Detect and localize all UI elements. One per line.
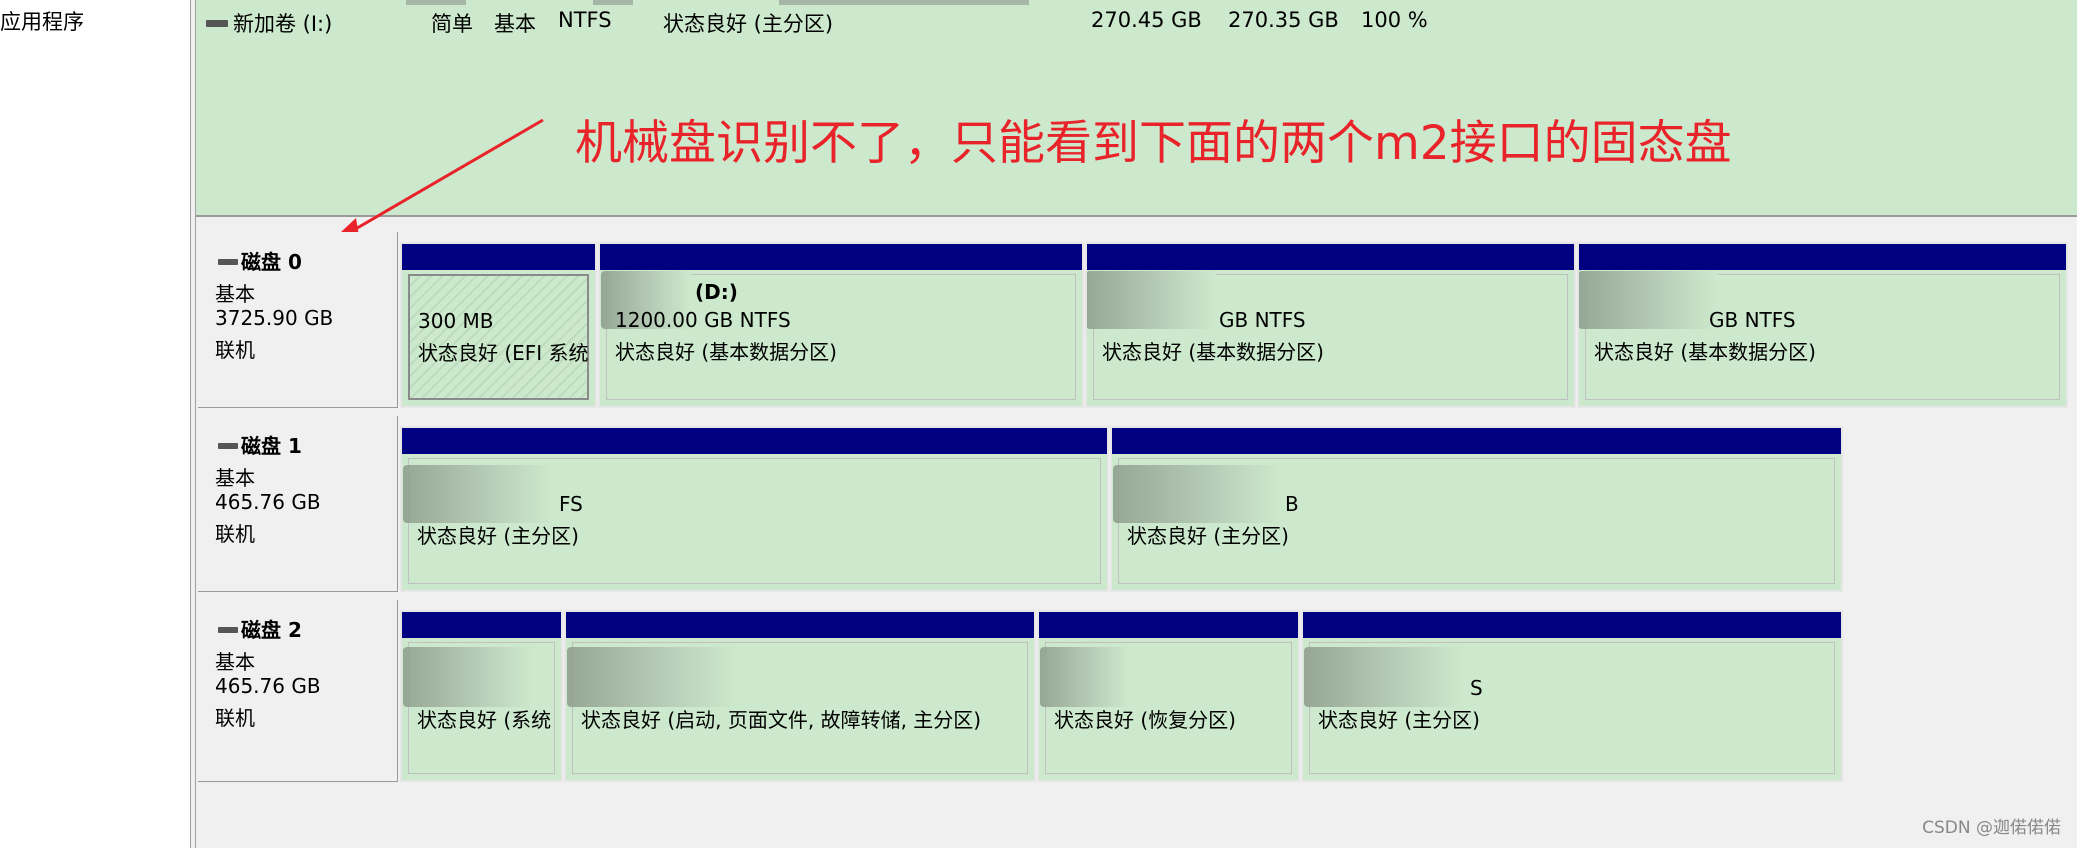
partition-body: 300 MB 状态良好 (EFI 系统 <box>408 274 589 400</box>
disk-status: 联机 <box>215 522 255 546</box>
disk-info-0[interactable]: 磁盘 0 基本 3725.90 GB 联机 <box>198 232 398 408</box>
partition-body: GB NTFS 状态良好 (基本数据分区) <box>1579 271 2060 400</box>
partition-header <box>402 244 595 270</box>
disk-size: 465.76 GB <box>215 490 321 514</box>
partition-size: B <box>1285 492 1299 516</box>
redacted-region <box>567 647 737 707</box>
partition-status: 状态良好 (基本数据分区) <box>615 340 837 364</box>
partition-status: 状态良好 (主分区) <box>417 524 579 548</box>
partition-size: GB NTFS <box>1709 308 1796 332</box>
partition-header <box>1579 244 2066 270</box>
partition-header <box>1087 244 1574 270</box>
disk-info-1[interactable]: 磁盘 1 基本 465.76 GB 联机 <box>198 416 398 592</box>
partition-primary-1[interactable]: FS 状态良好 (主分区) <box>400 426 1109 592</box>
partition-status: 状态良好 (启动, 页面文件, 故障转储, 主分区) <box>581 708 982 732</box>
partition-system[interactable]: 状态良好 (系统 <box>400 610 563 782</box>
disk-type: 基本 <box>215 650 255 674</box>
watermark: CSDN @迦偌偌偌 <box>1922 818 2061 838</box>
partition-status: 状态良好 (基本数据分区) <box>1102 340 1324 364</box>
partition-size: 300 MB <box>418 309 494 333</box>
partition-body: GB NTFS 状态良好 (基本数据分区) <box>1087 271 1568 400</box>
disk-status: 联机 <box>215 338 255 362</box>
partition-header <box>402 612 561 638</box>
partition-body: S 状态良好 (主分区) <box>1304 642 1835 774</box>
partition-label: (D:) <box>695 280 738 304</box>
redacted-region <box>1579 271 1718 329</box>
partition-status: 状态良好 (基本数据分区) <box>1594 340 1816 364</box>
disk-size: 465.76 GB <box>215 674 321 698</box>
partition-body: 状态良好 (系统 <box>403 642 555 774</box>
partition-boot[interactable]: 状态良好 (启动, 页面文件, 故障转储, 主分区) <box>564 610 1036 782</box>
partition-body: 状态良好 (启动, 页面文件, 故障转储, 主分区) <box>567 642 1028 774</box>
redacted-region <box>1040 647 1130 707</box>
disk-info-2[interactable]: 磁盘 2 基本 465.76 GB 联机 <box>198 600 398 782</box>
partition-header <box>1112 428 1841 454</box>
disk-icon <box>218 258 238 265</box>
disk-status: 联机 <box>215 706 255 730</box>
partition-size: FS <box>559 492 583 516</box>
partition-d[interactable]: (D:) 1200.00 GB NTFS 状态良好 (基本数据分区) <box>598 242 1084 408</box>
disk-icon <box>218 442 238 449</box>
disk-label: 磁盘 2 <box>218 614 302 643</box>
partition-header <box>1303 612 1841 638</box>
partition-status: 状态良好 (主分区) <box>1127 524 1289 548</box>
partition-size: 1200.00 GB NTFS <box>615 308 791 332</box>
partition-header <box>600 244 1082 270</box>
partition-recovery[interactable]: 状态良好 (恢复分区) <box>1037 610 1300 782</box>
partition-body: B 状态良好 (主分区) <box>1113 458 1835 584</box>
disk-type: 基本 <box>215 466 255 490</box>
disk-icon <box>218 626 238 633</box>
partition-status: 状态良好 (恢复分区) <box>1054 708 1236 732</box>
partition-size: S <box>1470 676 1483 700</box>
partition-data-1[interactable]: GB NTFS 状态良好 (基本数据分区) <box>1085 242 1576 408</box>
partition-efi[interactable]: 300 MB 状态良好 (EFI 系统 <box>400 242 597 408</box>
redacted-region <box>1113 465 1283 523</box>
partition-status: 状态良好 (系统 <box>417 708 552 732</box>
redacted-region <box>403 465 553 523</box>
partition-status: 状态良好 (主分区) <box>1318 708 1480 732</box>
partition-primary-2[interactable]: B 状态良好 (主分区) <box>1110 426 1843 592</box>
disk-type: 基本 <box>215 282 255 306</box>
redacted-region <box>1304 647 1464 707</box>
partition-body: 状态良好 (恢复分区) <box>1040 642 1292 774</box>
partition-body: (D:) 1200.00 GB NTFS 状态良好 (基本数据分区) <box>601 271 1076 400</box>
disk-size: 3725.90 GB <box>215 306 334 330</box>
partition-size: GB NTFS <box>1219 308 1306 332</box>
partition-primary[interactable]: S 状态良好 (主分区) <box>1301 610 1843 782</box>
partition-header <box>1039 612 1298 638</box>
partition-status: 状态良好 (EFI 系统 <box>418 341 589 365</box>
partition-data-2[interactable]: GB NTFS 状态良好 (基本数据分区) <box>1577 242 2068 408</box>
partition-header <box>566 612 1034 638</box>
redacted-region <box>1087 271 1216 329</box>
partition-body: FS 状态良好 (主分区) <box>403 458 1101 584</box>
disk-label: 磁盘 0 <box>218 246 302 275</box>
redacted-region <box>403 647 533 707</box>
disk-label: 磁盘 1 <box>218 430 302 459</box>
partition-header <box>402 428 1107 454</box>
